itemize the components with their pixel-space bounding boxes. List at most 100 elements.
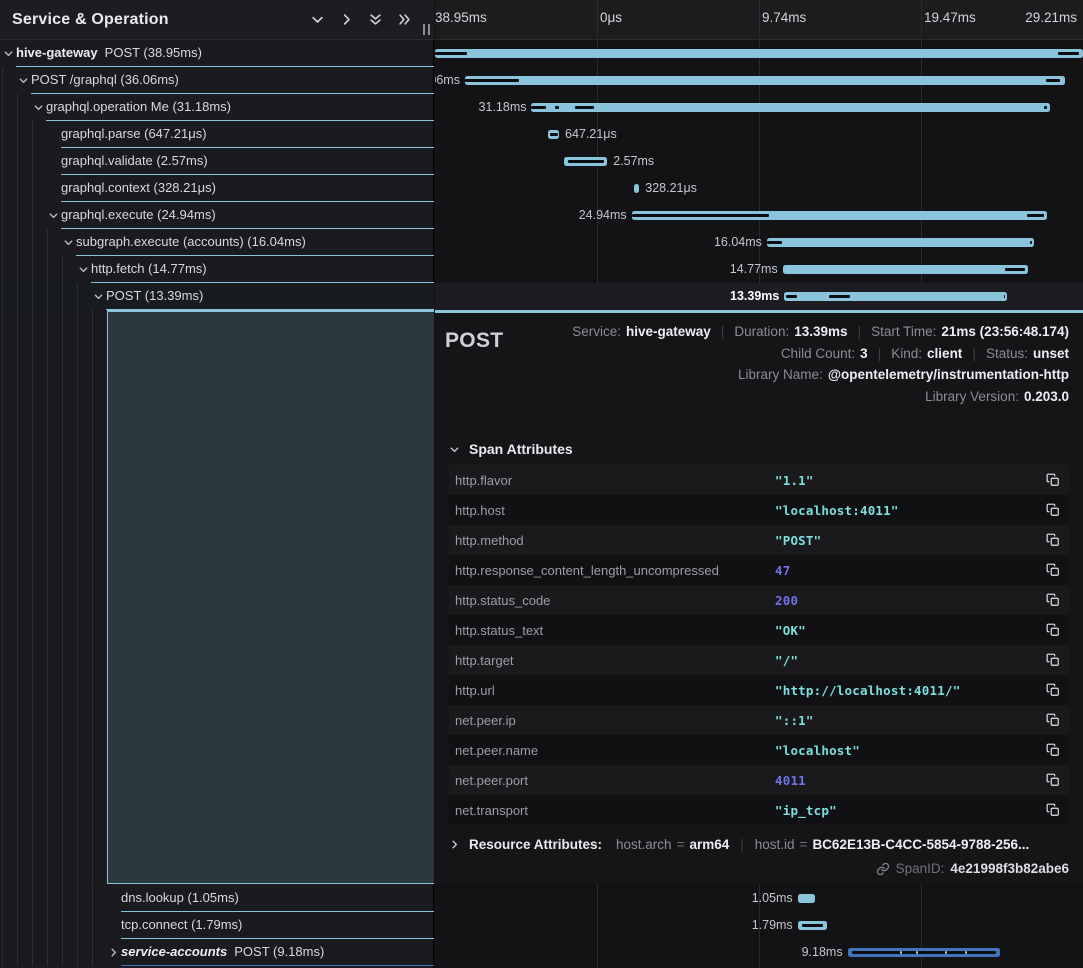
chevron-down-icon[interactable]: [2, 47, 14, 59]
span-bar[interactable]: [634, 184, 639, 193]
span-row-bar[interactable]: 14.77ms: [435, 256, 1083, 283]
span-row-bar[interactable]: 328.21μs: [435, 175, 1083, 202]
span-row-name[interactable]: hive-gatewayPOST (38.95ms): [0, 40, 434, 67]
span-bar[interactable]: [798, 921, 828, 930]
indent-guide: [2, 283, 3, 310]
attr-value: "::1": [775, 713, 1044, 728]
detail-meta-line: Library Version:0.203.0: [503, 389, 1069, 411]
span-row-name[interactable]: service-accountsPOST (9.18ms): [0, 939, 434, 966]
bar-self-time-segment: [1046, 79, 1060, 82]
tick-label: 29.21ms: [1025, 10, 1077, 25]
span-row-bar[interactable]: 24.94ms: [435, 202, 1083, 229]
span-row-bar[interactable]: 1.79ms: [435, 912, 1083, 939]
copy-icon[interactable]: [1044, 592, 1061, 609]
span-row-name[interactable]: graphql.context (328.21μs): [0, 175, 434, 202]
chevron-down-icon[interactable]: [47, 209, 59, 221]
double-chevron-right-icon[interactable]: [396, 12, 412, 28]
attr-row: http.status_code200: [449, 585, 1069, 615]
span-row-name[interactable]: graphql.validate (2.57ms): [0, 148, 434, 175]
indent-guide: [17, 939, 18, 966]
span-operation-label: graphql.execute (24.94ms): [61, 207, 216, 222]
indent-guide: [32, 912, 33, 939]
copy-icon[interactable]: [1044, 742, 1061, 759]
span-row-name[interactable]: POST /graphql (36.06ms): [0, 67, 434, 94]
span-bar[interactable]: [848, 948, 1001, 957]
chevron-right-icon[interactable]: [107, 946, 119, 958]
attr-value: 4011: [775, 773, 1044, 788]
chevron-down-icon[interactable]: [77, 263, 89, 275]
span-row-name[interactable]: graphql.operation Me (31.18ms): [0, 94, 434, 121]
span-row-bar[interactable]: 36.06ms: [435, 67, 1083, 94]
chevron-down-icon[interactable]: [32, 101, 44, 113]
meta-label: Library Version:: [925, 389, 1019, 404]
span-attributes-section-header[interactable]: Span Attributes: [449, 441, 1083, 457]
span-row-bar[interactable]: 16.04ms: [435, 229, 1083, 256]
span-row-bar[interactable]: 2.57ms: [435, 148, 1083, 175]
span-id-footer: SpanID: 4e21998f3b82abe6: [435, 861, 1069, 876]
indent-guide: [92, 912, 93, 939]
span-bar[interactable]: [548, 130, 559, 139]
copy-icon[interactable]: [1044, 562, 1061, 579]
span-name-label: subgraph.execute (accounts) (16.04ms): [76, 229, 306, 255]
span-name-label: graphql.execute (24.94ms): [61, 202, 216, 228]
span-row-name[interactable]: http.fetch (14.77ms): [0, 256, 434, 283]
chevron-down-icon[interactable]: [92, 290, 104, 302]
span-row-bar[interactable]: 13.39ms: [435, 283, 1083, 310]
span-bar[interactable]: [784, 292, 1007, 301]
span-row-name[interactable]: tcp.connect (1.79ms): [0, 912, 434, 939]
span-row-name[interactable]: graphql.execute (24.94ms): [0, 202, 434, 229]
copy-icon[interactable]: [1044, 682, 1061, 699]
copy-icon[interactable]: [1044, 772, 1061, 789]
span-bar[interactable]: [531, 103, 1050, 112]
span-row-name[interactable]: graphql.parse (647.21μs): [0, 121, 434, 148]
span-row-name[interactable]: subgraph.execute (accounts) (16.04ms): [0, 229, 434, 256]
indent-guide: [17, 310, 18, 884]
copy-icon[interactable]: [1044, 802, 1061, 819]
chevron-down-icon[interactable]: [17, 74, 29, 86]
copy-icon[interactable]: [1044, 502, 1061, 519]
span-row-bar[interactable]: 647.21μs: [435, 121, 1083, 148]
indent-guide: [47, 310, 48, 884]
attr-row: http.target"/": [449, 645, 1069, 675]
span-row-name[interactable]: dns.lookup (1.05ms): [0, 885, 434, 912]
span-row-bar[interactable]: 1.05ms: [435, 885, 1083, 912]
bar-self-time-segment: [632, 214, 769, 217]
chevron-down-icon[interactable]: [309, 12, 325, 28]
span-bar[interactable]: [767, 238, 1034, 247]
attr-value: "localhost": [775, 743, 1044, 758]
span-row-name[interactable]: POST (13.39ms): [0, 283, 434, 310]
span-service-name: hive-gateway: [16, 45, 98, 60]
copy-icon[interactable]: [1044, 472, 1061, 489]
span-bar[interactable]: [465, 76, 1065, 85]
span-bar[interactable]: [435, 49, 1083, 58]
copy-icon[interactable]: [1044, 622, 1061, 639]
copy-icon[interactable]: [1044, 652, 1061, 669]
span-row-bar[interactable]: 9.18ms: [435, 939, 1083, 966]
chevron-down-icon[interactable]: [62, 236, 74, 248]
chevron-down-icon[interactable]: [449, 443, 461, 455]
resource-attributes-row[interactable]: Resource Attributes: host.arch=arm64|hos…: [449, 837, 1069, 852]
span-bar[interactable]: [783, 265, 1029, 274]
indent-guide: [62, 912, 63, 939]
chevron-right-icon[interactable]: [449, 839, 461, 851]
indent-guide: [2, 256, 3, 283]
column-resize-handle[interactable]: [423, 24, 430, 35]
span-bar[interactable]: [798, 894, 815, 903]
bar-self-time-segment: [1044, 106, 1047, 109]
span-row-bar[interactable]: 31.18ms: [435, 94, 1083, 121]
separator: |: [721, 323, 725, 339]
detail-meta-line: Library Name:@opentelemetry/instrumentat…: [503, 367, 1069, 389]
copy-icon[interactable]: [1044, 712, 1061, 729]
indent-guide: [77, 912, 78, 939]
detail-meta-pair: Kind:client: [891, 346, 962, 361]
span-bar[interactable]: [564, 157, 607, 166]
double-chevron-down-icon[interactable]: [367, 12, 383, 28]
span-row-bar[interactable]: [435, 40, 1083, 67]
link-icon[interactable]: [876, 862, 890, 876]
separator: |: [740, 837, 744, 852]
bar-self-time-segment: [568, 160, 604, 163]
span-bar[interactable]: [632, 211, 1047, 220]
copy-icon[interactable]: [1044, 532, 1061, 549]
chevron-right-icon[interactable]: [338, 12, 354, 28]
detail-meta-pair: Duration:13.39ms: [734, 324, 847, 339]
